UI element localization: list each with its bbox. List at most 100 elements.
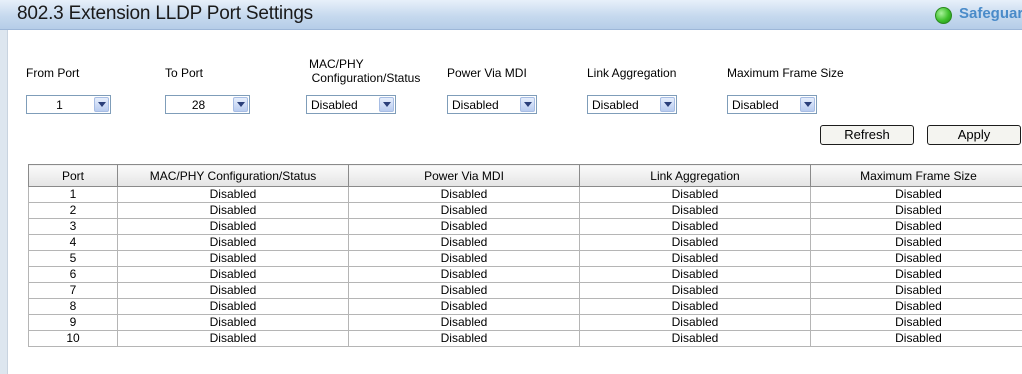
chevron-down-icon[interactable] — [660, 97, 675, 112]
cell-link-aggregation: Disabled — [579, 314, 811, 331]
chevron-down-icon[interactable] — [94, 97, 109, 112]
cell-link-aggregation: Disabled — [579, 218, 811, 235]
table-row: 9 Disabled Disabled Disabled Disabled — [28, 314, 1022, 331]
power-via-mdi-label: Power Via MDI — [447, 66, 527, 80]
cell-max-frame-size: Disabled — [810, 202, 1022, 219]
column-header-power-via-mdi: Power Via MDI — [348, 164, 580, 187]
table-row: 10 Disabled Disabled Disabled Disabled — [28, 330, 1022, 347]
refresh-button[interactable]: Refresh — [820, 125, 914, 145]
page-title: 802.3 Extension LLDP Port Settings — [17, 3, 313, 24]
table-row: 3 Disabled Disabled Disabled Disabled — [28, 218, 1022, 235]
cell-max-frame-size: Disabled — [810, 330, 1022, 347]
cell-link-aggregation: Disabled — [579, 282, 811, 299]
cell-power-via-mdi: Disabled — [348, 330, 580, 347]
cell-port: 4 — [28, 234, 118, 251]
mac-phy-value: Disabled — [311, 98, 358, 112]
cell-port: 1 — [28, 186, 118, 203]
table-row: 8 Disabled Disabled Disabled Disabled — [28, 298, 1022, 315]
cell-mac-phy: Disabled — [117, 314, 349, 331]
cell-max-frame-size: Disabled — [810, 314, 1022, 331]
max-frame-size-select[interactable]: Disabled — [727, 95, 817, 114]
link-aggregation-select[interactable]: Disabled — [587, 95, 677, 114]
column-header-mac-phy: MAC/PHY Configuration/Status — [117, 164, 349, 187]
cell-mac-phy: Disabled — [117, 234, 349, 251]
column-header-link-aggregation: Link Aggregation — [579, 164, 811, 187]
cell-power-via-mdi: Disabled — [348, 314, 580, 331]
port-settings-table-container: Port MAC/PHY Configuration/Status Power … — [28, 164, 1022, 347]
cell-mac-phy: Disabled — [117, 202, 349, 219]
column-header-max-frame-size: Maximum Frame Size — [810, 164, 1022, 187]
cell-max-frame-size: Disabled — [810, 234, 1022, 251]
cell-link-aggregation: Disabled — [579, 250, 811, 267]
cell-power-via-mdi: Disabled — [348, 266, 580, 283]
cell-max-frame-size: Disabled — [810, 266, 1022, 283]
cell-mac-phy: Disabled — [117, 282, 349, 299]
cell-link-aggregation: Disabled — [579, 186, 811, 203]
title-bar: 802.3 Extension LLDP Port Settings Safeg… — [0, 0, 1022, 30]
cell-port: 10 — [28, 330, 118, 347]
table-row: 2 Disabled Disabled Disabled Disabled — [28, 202, 1022, 219]
left-frame-edge — [0, 30, 8, 374]
cell-port: 7 — [28, 282, 118, 299]
power-via-mdi-value: Disabled — [452, 98, 499, 112]
table-header-row: Port MAC/PHY Configuration/Status Power … — [28, 164, 1022, 187]
cell-power-via-mdi: Disabled — [348, 186, 580, 203]
cell-power-via-mdi: Disabled — [348, 250, 580, 267]
cell-link-aggregation: Disabled — [579, 330, 811, 347]
cell-port: 2 — [28, 202, 118, 219]
apply-button[interactable]: Apply — [927, 125, 1021, 145]
cell-link-aggregation: Disabled — [579, 266, 811, 283]
link-aggregation-label: Link Aggregation — [587, 66, 677, 80]
chevron-down-icon[interactable] — [233, 97, 248, 112]
cell-port: 3 — [28, 218, 118, 235]
from-port-value: 1 — [56, 98, 63, 112]
cell-link-aggregation: Disabled — [579, 234, 811, 251]
cell-power-via-mdi: Disabled — [348, 282, 580, 299]
table-row: 5 Disabled Disabled Disabled Disabled — [28, 250, 1022, 267]
chevron-down-icon[interactable] — [800, 97, 815, 112]
cell-mac-phy: Disabled — [117, 330, 349, 347]
cell-mac-phy: Disabled — [117, 250, 349, 267]
cell-power-via-mdi: Disabled — [348, 202, 580, 219]
cell-mac-phy: Disabled — [117, 298, 349, 315]
mac-phy-label-line1: MAC/PHY — [309, 57, 364, 71]
cell-port: 5 — [28, 250, 118, 267]
cell-mac-phy: Disabled — [117, 266, 349, 283]
max-frame-size-value: Disabled — [732, 98, 779, 112]
table-row: 7 Disabled Disabled Disabled Disabled — [28, 282, 1022, 299]
chevron-down-icon[interactable] — [379, 97, 394, 112]
to-port-select[interactable]: 28 — [165, 95, 250, 114]
status-green-dot-icon — [935, 7, 952, 24]
mac-phy-label: MAC/PHY Configuration/Status — [302, 57, 430, 85]
cell-port: 9 — [28, 314, 118, 331]
mac-phy-label-line2: Configuration/Status — [311, 71, 421, 85]
table-row: 1 Disabled Disabled Disabled Disabled — [28, 186, 1022, 203]
cell-link-aggregation: Disabled — [579, 202, 811, 219]
from-port-select[interactable]: 1 — [26, 95, 111, 114]
cell-max-frame-size: Disabled — [810, 282, 1022, 299]
cell-max-frame-size: Disabled — [810, 250, 1022, 267]
power-via-mdi-select[interactable]: Disabled — [447, 95, 537, 114]
cell-power-via-mdi: Disabled — [348, 218, 580, 235]
cell-power-via-mdi: Disabled — [348, 298, 580, 315]
to-port-label: To Port — [165, 66, 204, 80]
column-header-port: Port — [28, 164, 118, 187]
cell-port: 6 — [28, 266, 118, 283]
table-row: 6 Disabled Disabled Disabled Disabled — [28, 266, 1022, 283]
cell-mac-phy: Disabled — [117, 218, 349, 235]
to-port-value: 28 — [191, 98, 206, 112]
chevron-down-icon[interactable] — [520, 97, 535, 112]
cell-max-frame-size: Disabled — [810, 298, 1022, 315]
cell-power-via-mdi: Disabled — [348, 234, 580, 251]
cell-mac-phy: Disabled — [117, 186, 349, 203]
cell-link-aggregation: Disabled — [579, 298, 811, 315]
port-settings-table: Port MAC/PHY Configuration/Status Power … — [28, 164, 1022, 347]
link-aggregation-value: Disabled — [592, 98, 639, 112]
max-frame-size-label: Maximum Frame Size — [727, 66, 844, 80]
cell-port: 8 — [28, 298, 118, 315]
table-row: 4 Disabled Disabled Disabled Disabled — [28, 234, 1022, 251]
cell-max-frame-size: Disabled — [810, 186, 1022, 203]
safeguard-label: Safeguar — [959, 5, 1022, 22]
mac-phy-select[interactable]: Disabled — [306, 95, 396, 114]
from-port-label: From Port — [26, 66, 80, 80]
